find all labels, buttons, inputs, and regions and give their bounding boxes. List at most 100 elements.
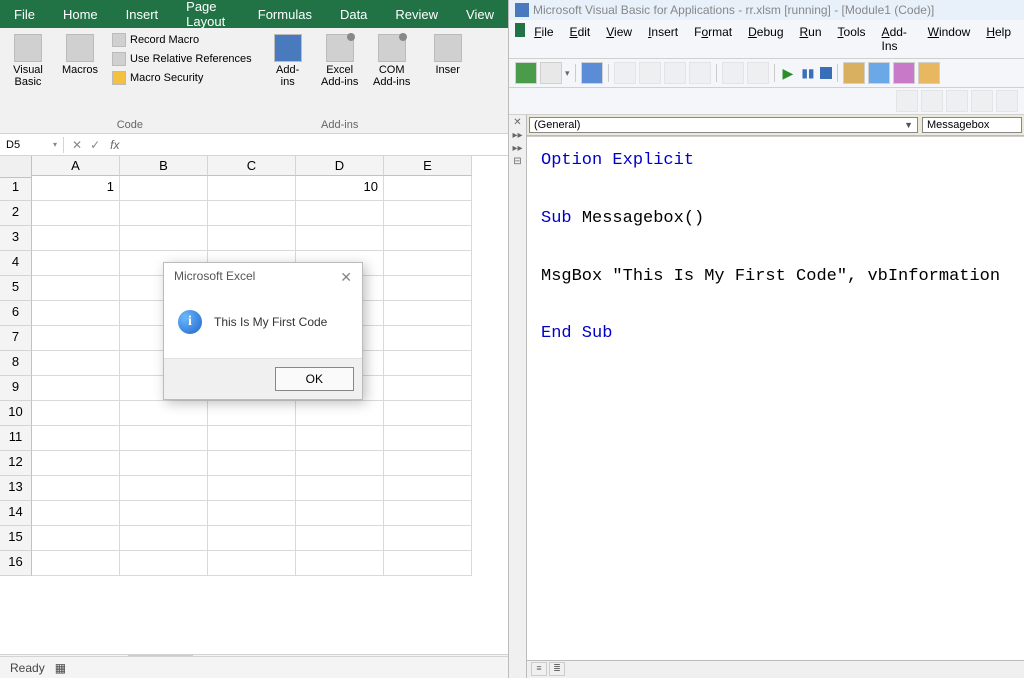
excel-addins-button[interactable]: Excel Add-ins	[318, 32, 362, 90]
macro-recorder-icon[interactable]: ▦	[55, 661, 66, 675]
cell-a14[interactable]	[32, 501, 120, 526]
vba-menu-insert[interactable]: Insert	[641, 23, 685, 55]
cell-c2[interactable]	[208, 201, 296, 226]
row-header-14[interactable]: 14	[0, 501, 32, 526]
cell-e13[interactable]	[384, 476, 472, 501]
cell-e3[interactable]	[384, 226, 472, 251]
cell-d12[interactable]	[296, 451, 384, 476]
cell-a10[interactable]	[32, 401, 120, 426]
messagebox-close-icon[interactable]: ✕	[340, 269, 352, 286]
cell-e1[interactable]	[384, 176, 472, 201]
row-header-10[interactable]: 10	[0, 401, 32, 426]
cell-a13[interactable]	[32, 476, 120, 501]
cell-d13[interactable]	[296, 476, 384, 501]
cell-b12[interactable]	[120, 451, 208, 476]
record-macro-button[interactable]: Record Macro	[110, 32, 254, 48]
cell-e7[interactable]	[384, 326, 472, 351]
cell-a11[interactable]	[32, 426, 120, 451]
cell-a7[interactable]	[32, 326, 120, 351]
ribbon-tab-review[interactable]: Review	[381, 0, 452, 28]
vba-close-pane-icon[interactable]: ✕	[513, 117, 521, 128]
vba-menu-format[interactable]: Format	[687, 23, 739, 55]
cell-e8[interactable]	[384, 351, 472, 376]
cell-b15[interactable]	[120, 526, 208, 551]
vba-find-icon[interactable]	[689, 62, 711, 84]
cell-c1[interactable]	[208, 176, 296, 201]
vba-cut-icon[interactable]	[614, 62, 636, 84]
cell-a3[interactable]	[32, 226, 120, 251]
vba-menu-edit[interactable]: Edit	[563, 23, 598, 55]
cell-e4[interactable]	[384, 251, 472, 276]
cell-d16[interactable]	[296, 551, 384, 576]
vba-save-icon[interactable]	[581, 62, 603, 84]
vba-copy-icon[interactable]	[639, 62, 661, 84]
cell-a1[interactable]: 1	[32, 176, 120, 201]
vba-menu-debug[interactable]: Debug	[741, 23, 790, 55]
cell-b2[interactable]	[120, 201, 208, 226]
cell-e5[interactable]	[384, 276, 472, 301]
cell-e16[interactable]	[384, 551, 472, 576]
select-all-corner[interactable]	[0, 156, 32, 178]
row-header-1[interactable]: 1	[0, 176, 32, 201]
cell-b3[interactable]	[120, 226, 208, 251]
ribbon-tab-home[interactable]: Home	[49, 0, 112, 28]
addins-button[interactable]: Add- ins	[266, 32, 310, 90]
vba-object-dropdown[interactable]: (General) ▼	[529, 117, 918, 133]
cell-e10[interactable]	[384, 401, 472, 426]
cell-e14[interactable]	[384, 501, 472, 526]
vba-properties-icon[interactable]	[893, 62, 915, 84]
cell-d14[interactable]	[296, 501, 384, 526]
vba-menu-view[interactable]: View	[599, 23, 639, 55]
vba-reset-icon[interactable]	[820, 67, 832, 79]
cell-b13[interactable]	[120, 476, 208, 501]
worksheet-grid[interactable]: ABCDE 11102345678910111213141516	[0, 156, 508, 654]
cell-a8[interactable]	[32, 351, 120, 376]
cell-a9[interactable]	[32, 376, 120, 401]
row-header-6[interactable]: 6	[0, 301, 32, 326]
vba-menu-run[interactable]: Run	[793, 23, 829, 55]
formula-bar[interactable]	[127, 143, 508, 147]
column-header-c[interactable]: C	[208, 156, 296, 176]
vba-tb2-icon-5[interactable]	[996, 90, 1018, 112]
vba-design-mode-icon[interactable]	[843, 62, 865, 84]
vba-menu-window[interactable]: Window	[921, 23, 978, 55]
macros-button[interactable]: Macros	[58, 32, 102, 78]
cell-e11[interactable]	[384, 426, 472, 451]
column-header-e[interactable]: E	[384, 156, 472, 176]
com-addins-button[interactable]: COM Add-ins	[370, 32, 414, 90]
vba-run-icon[interactable]: ▶	[780, 65, 797, 82]
use-relative-button[interactable]: Use Relative References	[110, 51, 254, 67]
vba-splitter-icon-2[interactable]: ▸▸	[512, 143, 522, 154]
visual-basic-button[interactable]: Visual Basic	[6, 32, 50, 90]
cell-e9[interactable]	[384, 376, 472, 401]
vba-tb2-icon-4[interactable]	[971, 90, 993, 112]
cell-d15[interactable]	[296, 526, 384, 551]
insert-controls-button[interactable]: Inser	[426, 32, 470, 78]
column-header-d[interactable]: D	[296, 156, 384, 176]
fx-icon[interactable]: fx	[108, 138, 119, 152]
vba-object-browser-icon[interactable]	[918, 62, 940, 84]
column-header-a[interactable]: A	[32, 156, 120, 176]
vba-tb2-icon-2[interactable]	[921, 90, 943, 112]
cell-c3[interactable]	[208, 226, 296, 251]
vba-project-explorer-icon[interactable]	[868, 62, 890, 84]
vba-insert-module-icon[interactable]	[540, 62, 562, 84]
name-box[interactable]: D5 ▾	[0, 137, 64, 153]
cell-c15[interactable]	[208, 526, 296, 551]
row-header-3[interactable]: 3	[0, 226, 32, 251]
row-header-7[interactable]: 7	[0, 326, 32, 351]
row-header-12[interactable]: 12	[0, 451, 32, 476]
cell-c14[interactable]	[208, 501, 296, 526]
ribbon-tab-page-layout[interactable]: Page Layout	[172, 0, 244, 28]
cell-a2[interactable]	[32, 201, 120, 226]
row-header-8[interactable]: 8	[0, 351, 32, 376]
cell-b14[interactable]	[120, 501, 208, 526]
row-header-5[interactable]: 5	[0, 276, 32, 301]
vba-outline-toggle-icon[interactable]: ⊟	[513, 156, 521, 167]
row-header-16[interactable]: 16	[0, 551, 32, 576]
row-header-13[interactable]: 13	[0, 476, 32, 501]
row-header-15[interactable]: 15	[0, 526, 32, 551]
cell-c11[interactable]	[208, 426, 296, 451]
cell-d11[interactable]	[296, 426, 384, 451]
vba-splitter-icon[interactable]: ▸▸	[512, 130, 522, 141]
